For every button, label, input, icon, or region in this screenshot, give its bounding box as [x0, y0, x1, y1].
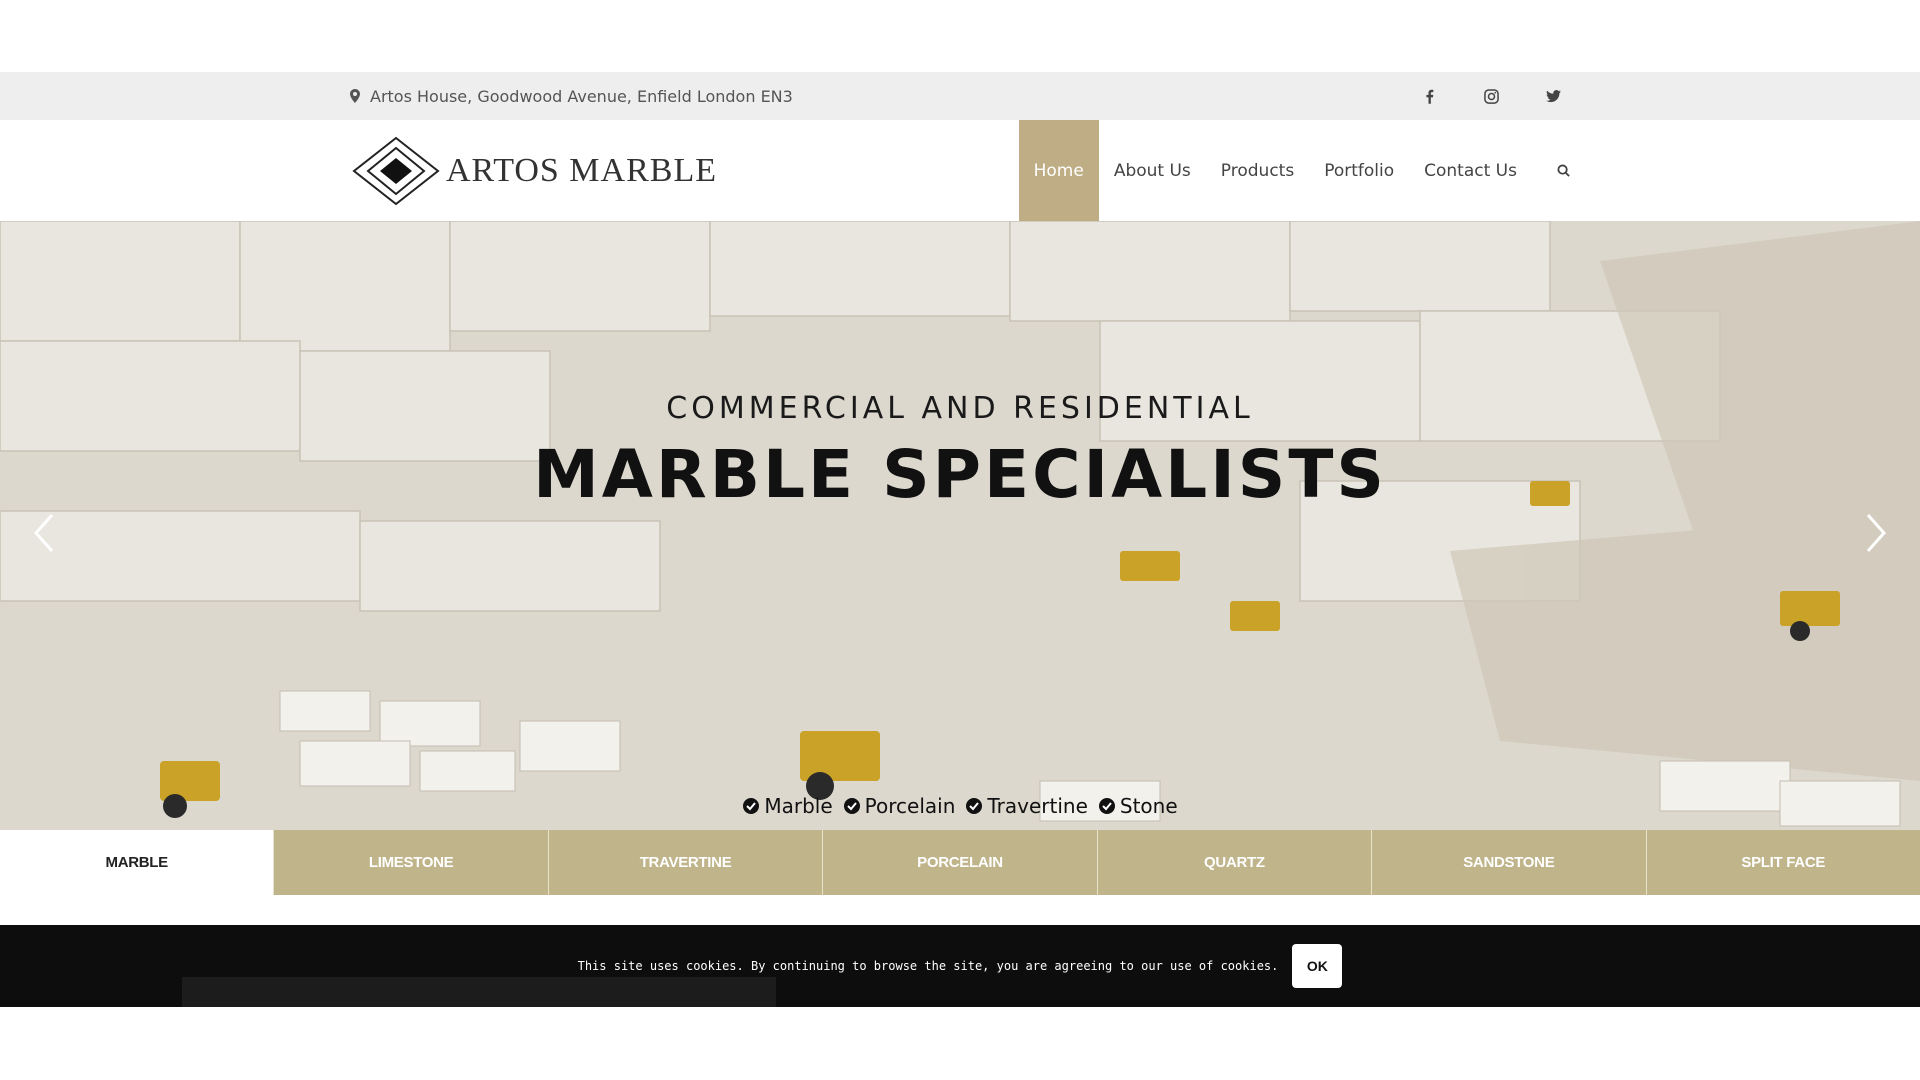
check-item: Marble — [742, 794, 833, 818]
logo-wordmark: ARTOS MARBLE — [446, 151, 717, 189]
tab-marble[interactable]: MARBLE — [0, 830, 274, 895]
nav-item-products[interactable]: Products — [1206, 120, 1309, 221]
material-checklist: Marble Porcelain Travertine Stone — [0, 794, 1920, 818]
tab-limestone[interactable]: LIMESTONE — [273, 830, 548, 895]
content-behind-banner — [182, 977, 776, 1007]
top-info-bar: Artos House, Goodwood Avenue, Enfield Lo… — [0, 72, 1920, 120]
diamond-logo-icon — [352, 136, 440, 205]
check-circle-icon — [1098, 798, 1115, 814]
check-item-label: Marble — [764, 794, 833, 818]
check-circle-icon — [843, 798, 860, 814]
chevron-right-icon — [1866, 514, 1887, 552]
nav-item-portfolio[interactable]: Portfolio — [1309, 120, 1409, 221]
hero-subtitle: COMMERCIAL AND RESIDENTIAL — [666, 391, 1254, 426]
slider-prev-button[interactable] — [30, 511, 60, 555]
site-logo[interactable]: ARTOS MARBLE — [352, 120, 717, 221]
check-circle-icon — [966, 798, 983, 814]
nav-item-contact-us[interactable]: Contact Us — [1409, 120, 1532, 221]
check-item-label: Travertine — [987, 794, 1088, 818]
quarry-background-image — [0, 221, 1920, 830]
cookie-message: This site uses cookies. By continuing to… — [577, 959, 1279, 973]
cookie-banner: This site uses cookies. By continuing to… — [0, 925, 1920, 1007]
check-item: Porcelain — [843, 794, 956, 818]
search-icon[interactable] — [1532, 120, 1570, 221]
nav-item-about-us[interactable]: About Us — [1099, 120, 1206, 221]
instagram-icon[interactable] — [1482, 87, 1500, 105]
facebook-icon[interactable] — [1420, 87, 1438, 105]
map-pin-icon — [350, 89, 360, 103]
check-item: Stone — [1098, 794, 1178, 818]
cookie-ok-button[interactable]: OK — [1292, 944, 1343, 988]
tab-porcelain[interactable]: PORCELAIN — [822, 830, 1097, 895]
chevron-left-icon — [33, 514, 54, 552]
section-spacer — [0, 895, 1920, 925]
social-links — [1420, 87, 1570, 105]
hero-title: MARBLE SPECIALISTS — [533, 436, 1387, 513]
tab-quartz[interactable]: QUARTZ — [1096, 830, 1372, 895]
address-text: Artos House, Goodwood Avenue, Enfield Lo… — [370, 86, 793, 106]
check-circle-icon — [743, 798, 760, 814]
check-item-label: Stone — [1119, 794, 1178, 818]
tab-travertine[interactable]: TRAVERTINE — [547, 830, 823, 895]
site-header: ARTOS MARBLE Home About Us Products Port… — [0, 120, 1920, 221]
slider-next-button[interactable] — [1860, 511, 1890, 555]
material-tabs: MARBLE LIMESTONE TRAVERTINE PORCELAIN QU… — [0, 830, 1920, 895]
top-whitespace — [0, 0, 1920, 72]
address: Artos House, Goodwood Avenue, Enfield Lo… — [350, 87, 793, 106]
tab-sandstone[interactable]: SANDSTONE — [1371, 830, 1646, 895]
main-nav: Home About Us Products Portfolio Contact… — [1018, 120, 1570, 221]
hero-slider: COMMERCIAL AND RESIDENTIAL MARBLE SPECIA… — [0, 221, 1920, 830]
tab-split-face[interactable]: SPLIT FACE — [1645, 830, 1920, 895]
nav-item-home[interactable]: Home — [1018, 120, 1099, 221]
check-item: Travertine — [965, 794, 1088, 818]
twitter-icon[interactable] — [1544, 87, 1562, 105]
check-item-label: Porcelain — [864, 794, 956, 818]
